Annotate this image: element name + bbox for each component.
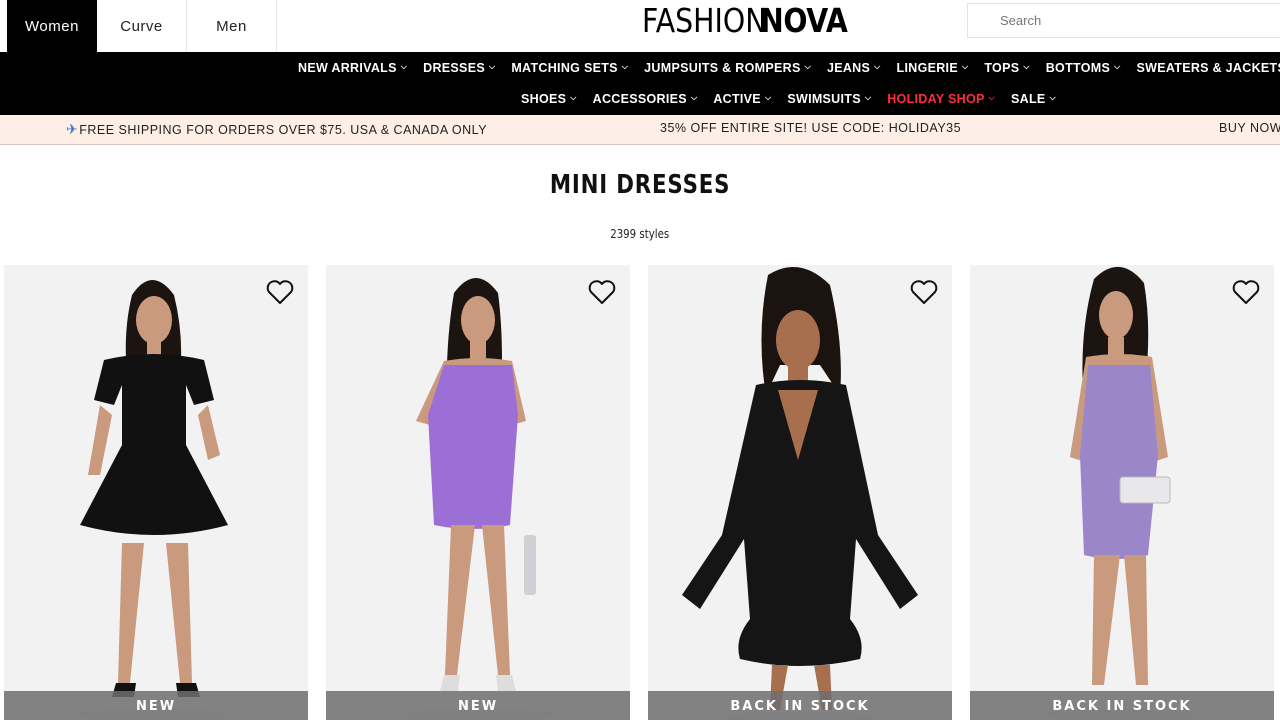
nav-label: NEW ARRIVALS	[298, 61, 397, 75]
product-badge: BACK IN STOCK	[648, 691, 952, 720]
chevron-down-icon: ⌵	[1114, 62, 1121, 71]
chevron-down-icon: ⌵	[400, 62, 408, 71]
nav-item-sweaters-jackets[interactable]: SWEATERS & JACKETS⌵	[1136, 61, 1280, 75]
nav-item-active[interactable]: ACTIVE ⌵	[713, 92, 771, 106]
chevron-down-icon: ⌵	[864, 93, 872, 102]
nav-item-tops[interactable]: TOPS ⌵	[984, 61, 1029, 75]
logo-light-text: FASHION	[642, 1, 767, 40]
nav-label: JEANS	[826, 61, 871, 75]
product-badge: BACK IN STOCK	[970, 691, 1274, 720]
nav-item-sale[interactable]: SALE ⌵	[1011, 92, 1056, 106]
main-nav: NEW ARRIVALS ⌵ DRESSES ⌵ MATCHING SETS ⌵ JU…	[0, 52, 1280, 115]
gender-tabs: Women Curve Men	[7, 0, 277, 52]
nav-item-swimsuits[interactable]: SWIMSUITS ⌵	[787, 92, 871, 106]
chevron-down-icon: ⌵	[988, 93, 995, 102]
logo[interactable]: FASHIONNOVA	[642, 3, 861, 39]
nav-item-holiday-shop[interactable]: HOLIDAY SHOP ⌵	[887, 92, 995, 106]
nav-item-shoes[interactable]: SHOES ⌵	[521, 92, 577, 106]
nav-label: HOLIDAY SHOP	[887, 92, 985, 106]
shipping-text: FREE SHIPPING FOR ORDERS OVER $75. USA &…	[79, 123, 488, 137]
nav-item-dresses[interactable]: DRESSES ⌵	[423, 61, 495, 75]
nav-row-1: NEW ARRIVALS ⌵ DRESSES ⌵ MATCHING SETS ⌵ JU…	[298, 61, 1280, 75]
nav-label: SWEATERS & JACKETS	[1136, 61, 1280, 75]
wishlist-heart-icon[interactable]	[1232, 279, 1260, 305]
logo-bold-text: NOVA	[759, 1, 848, 40]
product-card[interactable]: NEW	[4, 265, 308, 720]
nav-label: JUMPSUITS & ROMPERS	[644, 61, 801, 75]
wishlist-heart-icon[interactable]	[910, 279, 938, 305]
nav-label: TOPS	[984, 61, 1020, 75]
product-card[interactable]: BACK IN STOCK	[970, 265, 1274, 720]
chevron-down-icon: ⌵	[488, 62, 496, 71]
nav-item-bottoms[interactable]: BOTTOMS ⌵	[1046, 61, 1121, 75]
style-count-text: 2399 styles	[610, 227, 670, 241]
wishlist-heart-icon[interactable]	[588, 279, 616, 305]
product-card[interactable]: BACK IN STOCK	[648, 265, 952, 720]
style-count: 2399 styles	[0, 227, 1280, 241]
tab-curve[interactable]: Curve	[97, 0, 187, 52]
buy-now-message[interactable]: BUY NOW,	[1219, 121, 1280, 135]
chevron-down-icon: ⌵	[1023, 62, 1030, 71]
chevron-down-icon: ⌵	[1049, 93, 1056, 102]
nav-label: SWIMSUITS	[787, 92, 861, 106]
shipping-message[interactable]: ✈FREE SHIPPING FOR ORDERS OVER $75. USA …	[66, 121, 487, 138]
nav-label: SALE	[1010, 92, 1046, 106]
search-box	[967, 3, 1280, 38]
top-bar: Women Curve Men FASHIONNOVA	[0, 0, 1280, 52]
page-title: MINI DRESSES	[0, 170, 1280, 200]
nav-label: BOTTOMS	[1045, 61, 1111, 75]
product-image[interactable]	[648, 265, 952, 720]
nav-item-matching-sets[interactable]: MATCHING SETS ⌵	[511, 61, 628, 75]
nav-label: ACCESSORIES	[592, 92, 687, 106]
nav-label: DRESSES	[423, 61, 485, 75]
nav-label: MATCHING SETS	[511, 61, 618, 75]
nav-item-jumpsuits-rompers[interactable]: JUMPSUITS & ROMPERS ⌵	[644, 61, 811, 75]
chevron-down-icon: ⌵	[570, 93, 577, 102]
product-badge: NEW	[326, 691, 630, 720]
nav-item-accessories[interactable]: ACCESSORIES ⌵	[593, 92, 698, 106]
nav-item-lingerie[interactable]: LINGERIE ⌵	[897, 61, 969, 75]
chevron-down-icon: ⌵	[690, 93, 698, 102]
wishlist-heart-icon[interactable]	[266, 279, 294, 305]
chevron-down-icon: ⌵	[804, 62, 811, 71]
nav-label: ACTIVE	[713, 92, 761, 106]
product-card[interactable]: NEW	[326, 265, 630, 720]
discount-message[interactable]: 35% OFF ENTIRE SITE! USE CODE: HOLIDAY35	[660, 121, 961, 135]
nav-label: LINGERIE	[896, 61, 958, 75]
promo-banner: ✈FREE SHIPPING FOR ORDERS OVER $75. USA …	[0, 115, 1280, 145]
chevron-down-icon: ⌵	[961, 62, 969, 71]
nav-item-new-arrivals[interactable]: NEW ARRIVALS ⌵	[298, 61, 407, 75]
product-image[interactable]	[4, 265, 308, 720]
nav-label: SHOES	[521, 92, 567, 106]
page-title-text: MINI DRESSES	[549, 170, 731, 200]
product-badge: NEW	[4, 691, 308, 720]
product-image[interactable]	[326, 265, 630, 720]
nav-row-2: SHOES ⌵ ACCESSORIES ⌵ ACTIVE ⌵ SWIMSUITS ⌵ H…	[521, 92, 1072, 106]
nav-item-jeans[interactable]: JEANS ⌵	[827, 61, 881, 75]
airplane-icon: ✈	[66, 121, 79, 137]
tab-women[interactable]: Women	[7, 0, 97, 52]
search-input[interactable]	[968, 4, 1280, 37]
tab-men[interactable]: Men	[187, 0, 277, 52]
chevron-down-icon: ⌵	[621, 62, 629, 71]
chevron-down-icon: ⌵	[764, 93, 772, 102]
chevron-down-icon: ⌵	[874, 62, 881, 71]
product-image[interactable]	[970, 265, 1274, 720]
